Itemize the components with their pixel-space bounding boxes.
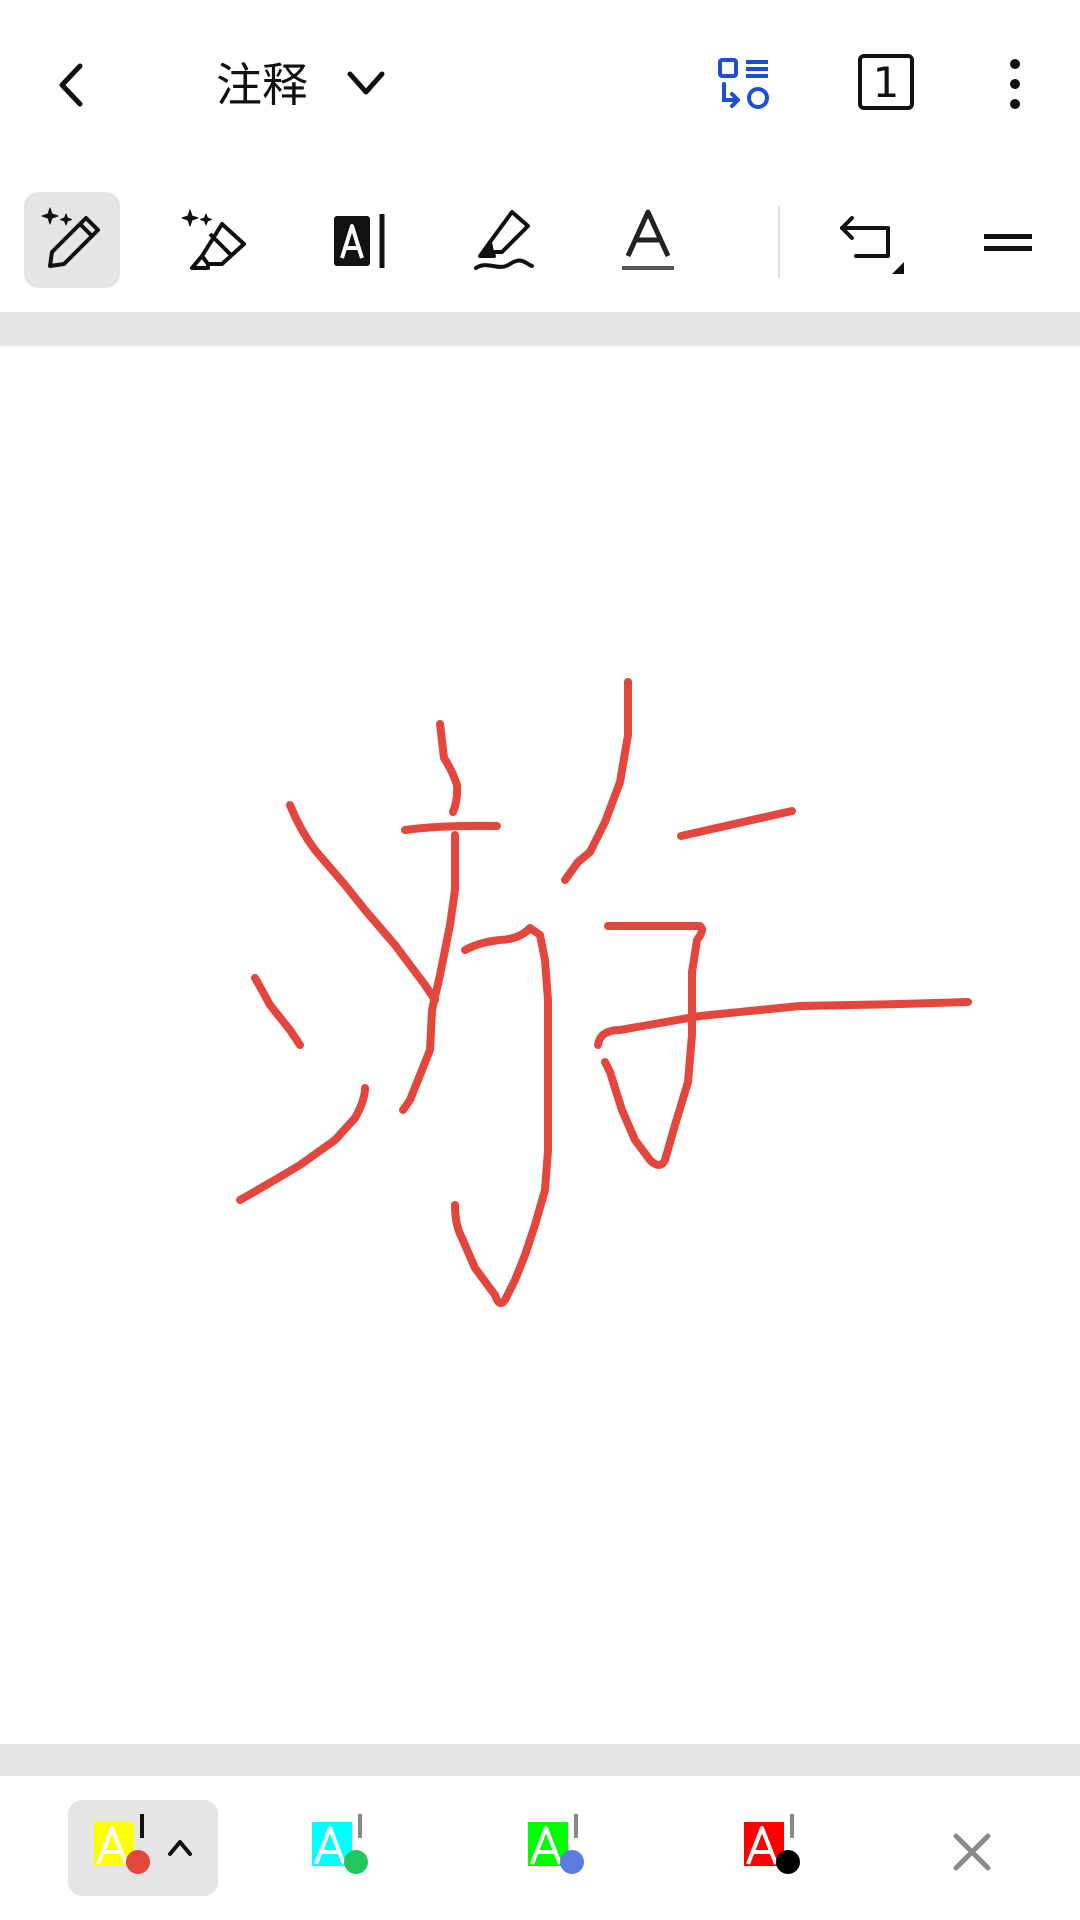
stroke [594,998,972,1049]
stroke [236,1084,369,1204]
more-vert-icon[interactable] [1000,56,1030,112]
text-underline-icon[interactable] [618,206,678,278]
page-title[interactable]: 注释 [216,60,308,110]
drawing-canvas[interactable] [0,346,1080,1744]
close-icon[interactable] [950,1830,994,1874]
stroke [436,720,462,816]
app-bar: 注释 1 [0,0,1080,170]
stroke [677,807,796,840]
stroke [286,801,439,1004]
handwriting-strokes [236,678,972,1307]
color-swatch-icon [312,1814,368,1874]
color-swatch-cyan-green[interactable] [310,1808,400,1888]
text-box-icon[interactable] [332,206,392,278]
smart-highlighter-icon[interactable] [178,206,250,278]
smart-pen-icon [36,204,108,276]
back-arrow-icon[interactable] [50,60,94,110]
page-organize-icon[interactable] [716,56,772,112]
drag-handle-icon[interactable] [982,228,1034,258]
annotation-toolbar [0,170,1080,312]
toolbar-separator [0,312,1080,346]
color-swatch-red-black[interactable] [742,1808,832,1888]
highlighter-pen-icon[interactable] [472,206,536,278]
stroke [401,821,501,834]
stroke [251,974,304,1049]
smart-pen-tool[interactable] [24,192,120,288]
chevron-down-icon[interactable] [344,66,388,102]
color-swatch-icon [528,1814,584,1874]
color-swatch-bar [0,1776,1080,1920]
chevron-up-icon[interactable] [164,1836,196,1858]
stroke [561,678,632,884]
page-count-badge[interactable]: 1 [858,54,914,110]
toolbar-divider-line [778,206,780,278]
bottom-separator [0,1744,1080,1776]
color-swatch-icon [744,1814,800,1874]
stroke [601,922,706,1169]
stroke [451,924,552,1307]
color-swatch-green-blue[interactable] [526,1808,616,1888]
undo-icon[interactable] [836,210,912,282]
